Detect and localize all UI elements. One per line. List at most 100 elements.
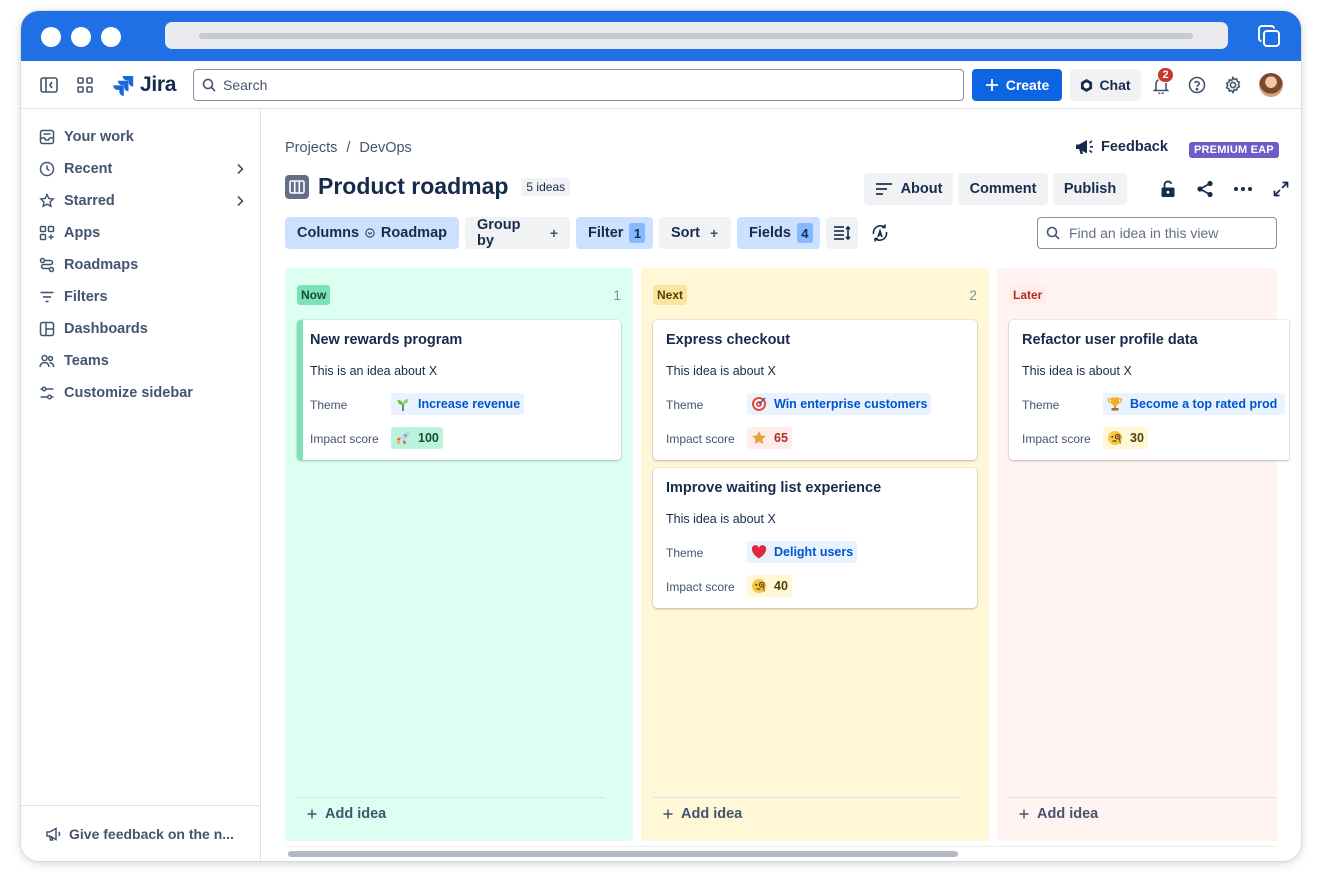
- impact-score-chip[interactable]: 100: [391, 427, 443, 449]
- plus-icon: [663, 809, 673, 818]
- megaphone-icon: [1076, 140, 1093, 154]
- sidebar-toggle-icon[interactable]: [39, 75, 59, 95]
- sidebar-item-label: Teams: [64, 353, 109, 369]
- help-icon[interactable]: [1187, 75, 1207, 95]
- column-label: Now: [297, 285, 331, 305]
- group-by-button[interactable]: Group by +: [465, 217, 570, 249]
- page-header: Product roadmap 5 ideas: [285, 173, 571, 200]
- chevron-right-icon[interactable]: [235, 195, 245, 207]
- about-label: About: [900, 181, 943, 197]
- more-actions-icon[interactable]: [1227, 173, 1259, 205]
- idea-card[interactable]: Improve waiting list experience This idea…: [653, 468, 977, 608]
- card-description: This idea is about X: [666, 364, 776, 378]
- add-idea-label: Add idea: [325, 805, 387, 822]
- clock-icon: [39, 161, 55, 177]
- settings-gear-icon[interactable]: [1223, 75, 1243, 95]
- top-navigation: Jira Search Create Chat 2: [21, 61, 1301, 109]
- chat-button[interactable]: Chat: [1070, 69, 1141, 101]
- add-idea-button[interactable]: Add idea: [653, 797, 961, 829]
- column-header: Next 2: [653, 284, 977, 306]
- add-idea-button[interactable]: Add idea: [1009, 797, 1277, 829]
- comment-button[interactable]: Comment: [958, 173, 1048, 205]
- column-label: Later: [1009, 285, 1047, 305]
- address-bar[interactable]: [165, 22, 1228, 49]
- lock-icon[interactable]: [1152, 173, 1184, 205]
- chevron-right-icon[interactable]: [235, 163, 245, 175]
- card-layout-icon[interactable]: [826, 217, 858, 249]
- search-icon: [202, 78, 216, 92]
- breadcrumb-devops[interactable]: DevOps: [359, 140, 411, 156]
- megaphone-icon: [46, 826, 61, 841]
- breadcrumb-projects[interactable]: Projects: [285, 140, 337, 156]
- customize-icon: [40, 386, 54, 400]
- sidebar-item-customize[interactable]: Customize sidebar: [39, 381, 245, 405]
- app-switcher-icon[interactable]: [75, 75, 95, 95]
- columns-button[interactable]: Columns Roadmap: [285, 217, 459, 249]
- rovo-chat-icon: [1081, 78, 1093, 92]
- idea-card[interactable]: Express checkout This idea is about X Them…: [653, 320, 977, 460]
- apps-icon: [39, 225, 55, 241]
- sidebar-item-recent[interactable]: Recent: [39, 157, 245, 181]
- create-button[interactable]: Create: [972, 69, 1062, 101]
- find-idea-input[interactable]: Find an idea in this view: [1037, 217, 1277, 249]
- dashboard-icon: [39, 321, 55, 337]
- monocle-face-icon: [751, 578, 767, 594]
- theme-chip[interactable]: Increase revenue: [391, 393, 525, 415]
- group-by-label: Group by: [477, 217, 521, 249]
- impact-score-chip[interactable]: 30: [1103, 427, 1148, 449]
- theme-value: Win enterprise customers: [774, 397, 928, 411]
- jira-logo-icon: [113, 76, 134, 96]
- fields-button[interactable]: Fields 4: [737, 217, 820, 249]
- duplicate-tab-icon[interactable]: [1257, 24, 1281, 48]
- rocket-icon: [395, 430, 411, 446]
- impact-score-value: 30: [1130, 431, 1144, 445]
- jira-logo[interactable]: Jira: [112, 73, 176, 97]
- column-count: 2: [969, 287, 977, 303]
- window-minimize-dot[interactable]: [71, 27, 91, 47]
- sidebar-item-your-work[interactable]: Your work: [39, 125, 245, 149]
- sort-button[interactable]: Sort +: [659, 217, 731, 249]
- sidebar-item-label: Your work: [64, 129, 134, 145]
- about-button[interactable]: About: [864, 173, 953, 205]
- chevron-down-circle-icon: [365, 228, 375, 238]
- add-idea-label: Add idea: [1037, 805, 1099, 822]
- auto-sort-icon[interactable]: [864, 217, 896, 249]
- sidebar-item-filters[interactable]: Filters: [39, 285, 245, 309]
- share-icon[interactable]: [1189, 173, 1221, 205]
- sidebar-item-dashboards[interactable]: Dashboards: [39, 317, 245, 341]
- feedback-button[interactable]: Feedback: [1074, 138, 1168, 156]
- window-maximize-dot[interactable]: [101, 27, 121, 47]
- add-idea-button[interactable]: Add idea: [297, 797, 605, 829]
- search-input[interactable]: Search: [193, 69, 964, 101]
- horizontal-scrollbar[interactable]: [285, 846, 1277, 858]
- premium-eap-badge: PREMIUM EAP: [1189, 142, 1279, 158]
- impact-score-value: 40: [774, 579, 788, 593]
- theme-field-label: Theme: [666, 398, 704, 412]
- fullscreen-icon[interactable]: [1265, 173, 1297, 205]
- impact-score-chip[interactable]: 40: [747, 575, 792, 597]
- plus-icon: +: [549, 225, 558, 241]
- heart-icon: [751, 544, 767, 560]
- theme-chip[interactable]: Win enterprise customers: [747, 393, 932, 415]
- publish-button[interactable]: Publish: [1053, 173, 1127, 205]
- sidebar-item-roadmaps[interactable]: Roadmaps: [39, 253, 245, 277]
- search-placeholder: Search: [223, 77, 268, 93]
- impact-score-chip[interactable]: 65: [747, 427, 792, 449]
- scrollbar-thumb[interactable]: [288, 851, 958, 857]
- idea-card[interactable]: Refactor user profile data This idea is a…: [1009, 320, 1289, 460]
- theme-chip[interactable]: Delight users: [747, 541, 858, 563]
- window-close-dot[interactable]: [41, 27, 61, 47]
- filter-button[interactable]: Filter 1: [576, 217, 653, 249]
- impact-field-label: Impact score: [666, 432, 735, 446]
- sidebar-item-starred[interactable]: Starred: [39, 189, 245, 213]
- sidebar-item-teams[interactable]: Teams: [39, 349, 245, 373]
- idea-card[interactable]: New rewards program This is an idea about…: [297, 320, 621, 460]
- give-feedback-link[interactable]: Give feedback on the n...: [21, 805, 260, 861]
- notification-badge: 2: [1157, 67, 1174, 83]
- theme-chip[interactable]: Become a top rated prod: [1103, 393, 1285, 415]
- app-name: Jira: [140, 73, 177, 96]
- user-avatar[interactable]: [1259, 73, 1283, 97]
- main-content: Projects / DevOps Feedback PREMIUM EAP P…: [261, 109, 1301, 861]
- sidebar: Your work Recent Starred Apps Roadmaps F…: [21, 109, 261, 861]
- sidebar-item-apps[interactable]: Apps: [39, 221, 245, 245]
